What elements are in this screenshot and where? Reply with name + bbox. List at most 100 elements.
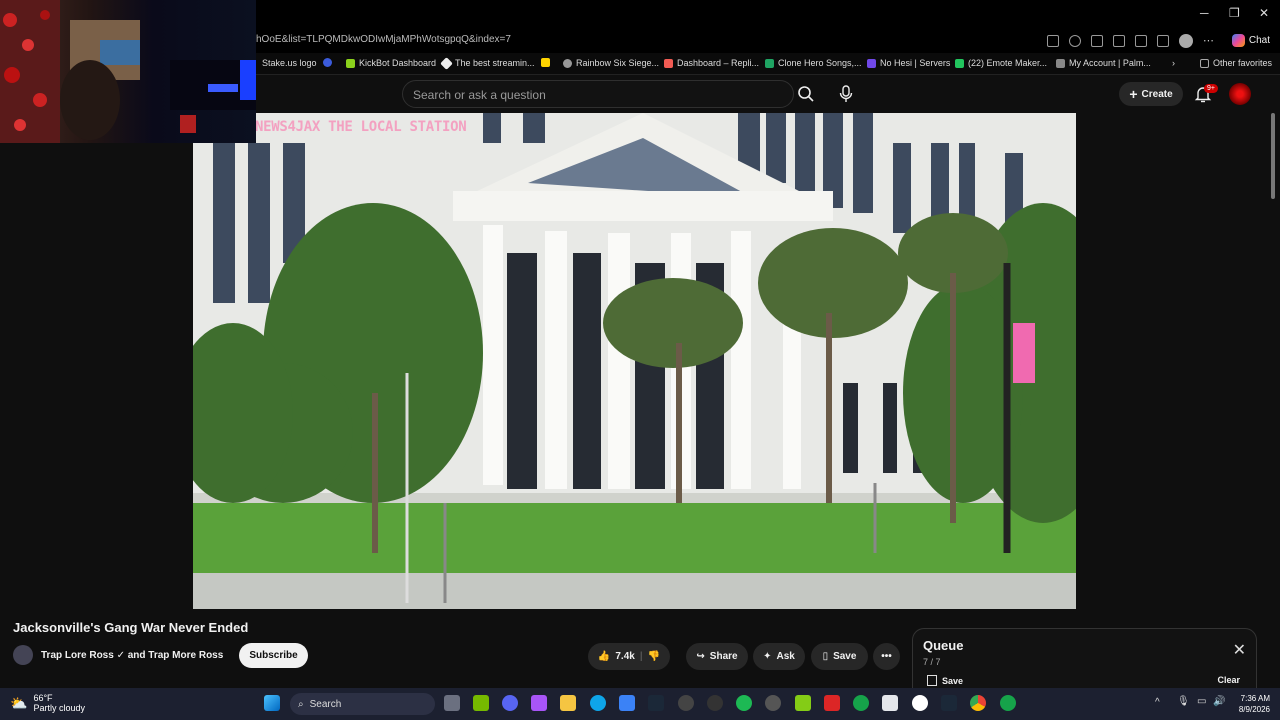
obs-icon[interactable] — [678, 695, 694, 711]
kickbot-icon — [346, 58, 355, 68]
search-icon[interactable] — [794, 80, 818, 108]
share-icon: ↪ — [696, 651, 705, 662]
taskbar-search-label: Search — [309, 698, 342, 710]
browser-essentials-icon[interactable] — [1112, 34, 1125, 47]
app-red-icon[interactable] — [824, 695, 840, 711]
start-icon[interactable] — [264, 695, 280, 711]
r6-icon — [563, 58, 572, 68]
profile-avatar[interactable] — [1178, 33, 1193, 48]
close-icon[interactable]: ✕ — [1233, 640, 1246, 660]
share-button[interactable]: ↪ Share — [686, 643, 748, 670]
4k-downloader-icon[interactable] — [765, 695, 781, 711]
fav-label: Stake.us logo — [262, 58, 317, 68]
maximize-button[interactable]: ❐ — [1229, 6, 1240, 20]
fav-streaming[interactable]: The best streamin... — [440, 56, 535, 70]
search-input[interactable]: Search or ask a question — [402, 80, 794, 108]
xbox-alt-icon[interactable] — [1000, 695, 1016, 711]
microphone-tray-icon[interactable]: 🎙 — [1177, 696, 1190, 707]
clock-date: 8/9/2026 — [1238, 705, 1270, 714]
fav-kickbot[interactable]: KickBot Dashboard — [346, 58, 436, 68]
minimize-button[interactable]: ─ — [1200, 6, 1209, 20]
app-b-icon[interactable] — [795, 695, 811, 711]
google-icon[interactable] — [912, 695, 928, 711]
thumbs-down-icon[interactable]: 👎 — [648, 651, 660, 662]
taskbar: ⛅ 66°F Partly cloudy ⌕ Search ^ 🎙 ▭ 🔊 7:36… — [0, 688, 1280, 720]
split-screen-icon[interactable] — [1046, 34, 1059, 47]
chat-button[interactable]: Chat — [1231, 34, 1270, 47]
create-label: Create — [1141, 88, 1173, 100]
share-label: Share — [709, 651, 738, 662]
favorites-icon[interactable] — [1134, 34, 1147, 47]
tray-chevron-icon[interactable]: ^ — [1155, 697, 1160, 708]
page-scrollbar[interactable] — [1271, 113, 1275, 199]
address-bar-tools: ⋯ Chat — [1046, 28, 1280, 53]
epic-games-icon[interactable] — [882, 695, 898, 711]
queue-save-label: Save — [942, 675, 964, 686]
webcam-frame — [0, 0, 256, 143]
settings-gear-icon[interactable] — [707, 695, 723, 711]
chrome-icon[interactable] — [970, 695, 986, 711]
volume-icon[interactable]: 🔊 — [1213, 696, 1225, 707]
fav-snap[interactable] — [541, 58, 550, 67]
extensions-icon[interactable] — [1090, 34, 1103, 47]
chat-label: Chat — [1248, 35, 1270, 46]
save-button[interactable]: ▯ Save — [811, 643, 868, 670]
spotify-icon[interactable] — [736, 695, 752, 711]
snapchat-icon — [541, 58, 550, 67]
subscribe-button[interactable]: Subscribe — [239, 642, 308, 668]
video-title: Jacksonville's Gang War Never Ended — [13, 620, 249, 635]
thumbs-up-icon[interactable]: 👍 — [598, 651, 610, 662]
user-avatar[interactable] — [1229, 83, 1251, 105]
fav-nohesi[interactable]: No Hesi | Servers — [867, 58, 950, 68]
more-actions-button[interactable]: ••• — [873, 643, 900, 670]
queue-clear-button[interactable]: Clear — [1217, 675, 1240, 685]
channel-name[interactable]: Trap Lore Ross ✓ and Trap More Ross — [41, 650, 223, 661]
url-text[interactable]: hOoE&list=TLPQMDkwODIwMjaMPhWotsgpqQ&ind… — [256, 34, 511, 45]
discord-icon[interactable] — [502, 695, 518, 711]
close-window-button[interactable]: ✕ — [1259, 6, 1269, 20]
fav-overflow-chevron-icon[interactable]: › — [1172, 58, 1175, 68]
xbox-icon[interactable] — [853, 695, 869, 711]
fav-stake[interactable]: Stake.us logo — [262, 58, 317, 68]
network-icon[interactable]: ▭ — [1197, 696, 1206, 707]
like-dislike-group: 👍 7.4k | 👎 — [588, 643, 670, 670]
fav-label: Clone Hero Songs,... — [778, 58, 862, 68]
video-player[interactable]: NEWS4JAX THE LOCAL STATION — [193, 113, 1076, 609]
favorite-star-icon[interactable] — [1068, 34, 1081, 47]
fav-r[interactable] — [323, 58, 332, 67]
steam-icon[interactable] — [648, 695, 664, 711]
edge-icon[interactable] — [590, 695, 606, 711]
fav-palm[interactable]: My Account | Palm... — [1056, 58, 1151, 68]
mic-icon[interactable] — [832, 80, 860, 108]
queue-panel: Queue 7 / 7 ✕ Save Clear — [912, 628, 1257, 688]
ask-button[interactable]: ✦ Ask — [753, 643, 805, 670]
sheets-icon — [765, 58, 774, 68]
search-icon: ⌕ — [298, 698, 304, 710]
fav-label: No Hesi | Servers — [880, 58, 951, 68]
fav-label: KickBot Dashboard — [359, 58, 437, 68]
queue-save-button[interactable]: Save — [927, 675, 963, 686]
fav-clonehero[interactable]: Clone Hero Songs,... — [765, 58, 862, 68]
store-icon[interactable] — [619, 695, 635, 711]
collections-icon[interactable] — [1156, 34, 1169, 47]
clock[interactable]: 7:36 AM 8/9/2026 — [1239, 693, 1270, 715]
emote-icon — [955, 58, 964, 68]
like-divider: | — [639, 651, 643, 662]
channel-avatar[interactable] — [13, 645, 33, 665]
weather-widget[interactable]: ⛅ 66°F Partly cloudy — [10, 693, 85, 713]
fav-replit[interactable]: Dashboard – Repli... — [664, 58, 759, 68]
task-view-icon[interactable] — [444, 695, 460, 711]
clock-time: 7:36 AM — [1240, 694, 1270, 703]
file-explorer-icon[interactable] — [560, 695, 576, 711]
fav-other[interactable]: Other favorites — [1200, 58, 1272, 68]
create-button[interactable]: + Create — [1119, 82, 1183, 106]
fav-r6[interactable]: Rainbow Six Siege... — [563, 58, 659, 68]
like-count[interactable]: 7.4k — [615, 651, 634, 662]
copilot-app-icon[interactable] — [531, 695, 547, 711]
steam-alt-icon[interactable] — [941, 695, 957, 711]
fav-emote[interactable]: (22) Emote Maker... — [955, 58, 1047, 68]
more-icon[interactable]: ⋯ — [1203, 34, 1214, 47]
palm-icon — [1056, 58, 1065, 68]
nvidia-icon[interactable] — [473, 695, 489, 711]
taskbar-search[interactable]: ⌕ Search — [290, 693, 435, 715]
